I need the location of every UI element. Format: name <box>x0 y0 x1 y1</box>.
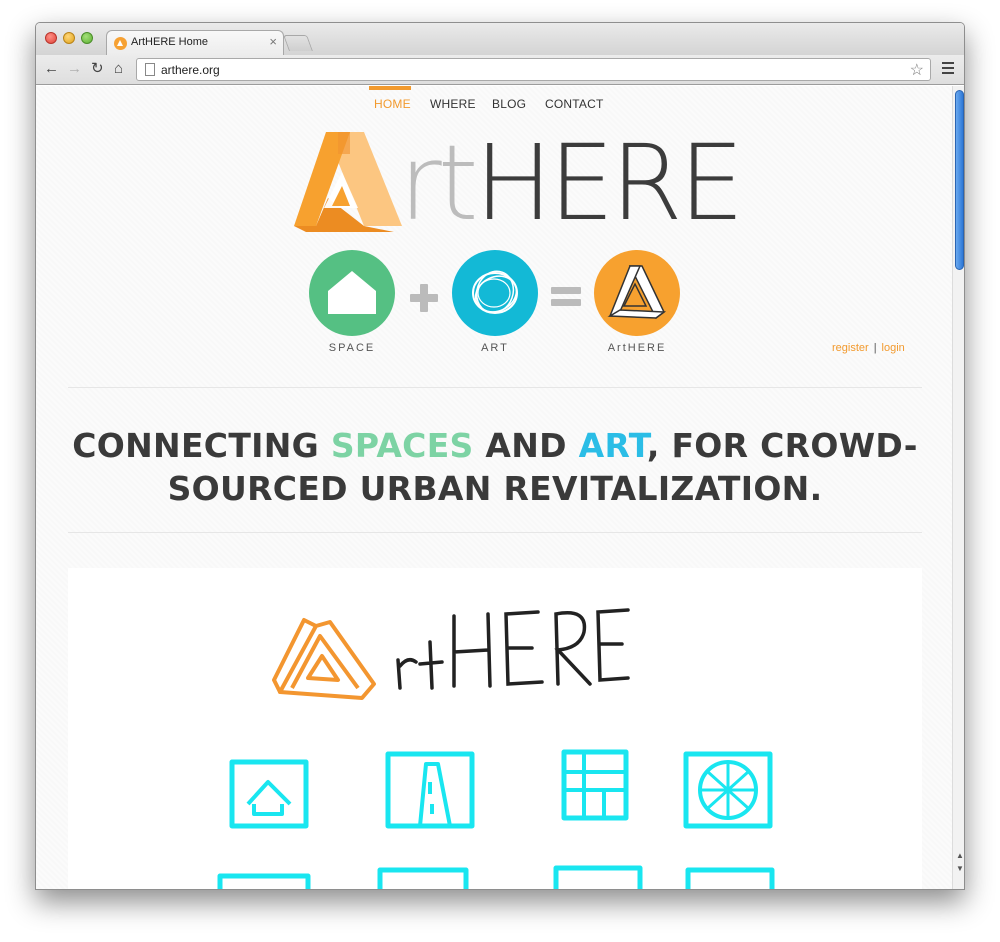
nav-item-where[interactable]: WHERE <box>430 97 476 111</box>
minimize-window-button[interactable] <box>63 32 75 44</box>
headline: CONNECTING SPACES AND ART, FOR CROWD-SOU… <box>72 426 918 508</box>
tab-title: ArtHERE Home <box>131 36 209 48</box>
nav-item-home[interactable]: HOME <box>374 97 411 111</box>
intro-video[interactable] <box>68 568 922 889</box>
main-nav: HOME WHERE BLOG CONTACT <box>36 86 952 126</box>
sketch-icon-row2-3 <box>553 865 643 889</box>
divider-top <box>68 387 922 388</box>
vertical-scrollbar[interactable]: ▲ ▼ <box>952 86 964 889</box>
zoom-window-button[interactable] <box>81 32 93 44</box>
scroll-down-icon[interactable]: ▼ <box>956 864 964 873</box>
equals-icon <box>551 287 581 307</box>
arthere-logo-icon[interactable] <box>294 128 404 232</box>
browser-window: ArtHERE Home × ← → ↻ ⌂ arthere.org ☆ HOM… <box>35 22 965 890</box>
tab-arthere-home[interactable]: ArtHERE Home × <box>106 30 284 56</box>
menu-icon[interactable] <box>942 62 954 77</box>
browser-toolbar: ← → ↻ ⌂ arthere.org ☆ <box>36 55 964 85</box>
divider-bottom <box>68 532 922 533</box>
url-text[interactable]: arthere.org <box>161 63 220 77</box>
home-icon[interactable]: ⌂ <box>114 61 123 77</box>
arthere-label: ArtHERE <box>607 342 667 354</box>
auth-links: register | login <box>832 342 905 354</box>
new-tab-button[interactable] <box>283 35 313 51</box>
address-bar[interactable]: arthere.org ☆ <box>136 58 931 81</box>
handwritten-logo-text <box>396 608 630 690</box>
register-link[interactable]: register <box>832 342 869 354</box>
space-label: SPACE <box>328 342 376 354</box>
space-circle <box>309 250 395 336</box>
logo-text: rtHERE <box>399 122 744 244</box>
title-bar: ArtHERE Home × <box>36 23 964 56</box>
arthere-favicon-icon <box>114 37 127 50</box>
close-window-button[interactable] <box>45 32 57 44</box>
nav-item-blog[interactable]: BLOG <box>492 97 526 111</box>
page-viewport: HOME WHERE BLOG CONTACT rtHERE SPACE ART… <box>36 86 952 889</box>
nav-item-contact[interactable]: CONTACT <box>545 97 604 111</box>
reload-icon[interactable]: ↻ <box>91 61 104 77</box>
sketch-icon-row2-2 <box>377 867 469 889</box>
impossible-triangle-icon <box>607 265 667 320</box>
video-sketch <box>217 608 775 889</box>
auth-separator: | <box>873 342 877 354</box>
art-circle <box>452 250 538 336</box>
sketch-house-icon <box>229 759 309 829</box>
sketch-building-icon <box>561 749 629 821</box>
page-icon <box>145 63 155 76</box>
sketch-icon-row2-4 <box>685 867 775 889</box>
art-label: ART <box>481 342 509 354</box>
sketch-icons-grid <box>217 749 775 889</box>
sketch-icon-row2-1 <box>217 873 311 889</box>
forward-icon[interactable]: → <box>67 61 82 77</box>
scroll-up-icon[interactable]: ▲ <box>956 851 964 860</box>
arthere-circle <box>594 250 680 336</box>
back-icon[interactable]: ← <box>44 61 59 77</box>
tab-close-icon[interactable]: × <box>269 34 277 49</box>
login-link[interactable]: login <box>882 342 905 354</box>
handwritten-logo-icon <box>272 618 376 700</box>
plus-icon <box>410 284 438 312</box>
scroll-thumb[interactable] <box>955 90 964 270</box>
scribble-icon <box>472 270 518 314</box>
house-icon <box>328 271 376 314</box>
nav-active-indicator <box>369 86 411 90</box>
star-icon[interactable]: ☆ <box>910 60 924 80</box>
